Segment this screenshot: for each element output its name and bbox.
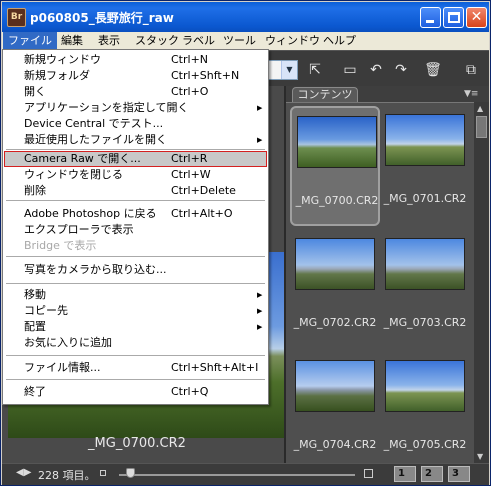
chevron-down-icon[interactable]: ▼ <box>281 61 297 79</box>
large-thumbnail-icon[interactable] <box>364 469 373 478</box>
title-bar[interactable]: Br p060805_長野旅行_raw ✕ <box>2 2 489 32</box>
view-preset-3-button[interactable]: 3 <box>448 466 470 482</box>
menu-label[interactable]: ラベル <box>177 32 220 50</box>
folder-up-icon[interactable]: ⇱ <box>305 60 325 80</box>
thumbnail-size-slider[interactable] <box>119 474 355 476</box>
menu-item-exit[interactable]: 終了 Ctrl+Q <box>4 384 267 400</box>
menu-item-open-recent[interactable]: 最近使用したファイルを開く ▶ <box>4 132 267 148</box>
status-bar: ◀▶ 228 項目。 1 2 3 <box>2 463 489 485</box>
item-count: 228 項目。 <box>38 469 96 482</box>
menu-item-device-central[interactable]: Device Central でテスト... <box>4 116 267 132</box>
menu-item-open-with[interactable]: アプリケーションを指定して開く ▶ <box>4 100 267 116</box>
menu-separator <box>6 149 265 150</box>
close-icon: ✕ <box>470 9 483 25</box>
menu-tools[interactable]: ツール <box>218 32 261 50</box>
path-combo[interactable]: ▼ <box>264 60 298 80</box>
minimize-button[interactable] <box>420 7 441 28</box>
menu-window[interactable]: ウィンドウ <box>260 32 325 50</box>
submenu-arrow-icon: ▶ <box>257 136 263 144</box>
menu-item-open-in-camera-raw[interactable]: Camera Raw で開く... Ctrl+R <box>4 151 267 167</box>
scroll-down-icon[interactable]: ▼ <box>477 452 483 461</box>
thumbnail-item[interactable]: _MG_0703.CR2 <box>380 230 470 350</box>
window-title: p060805_長野旅行_raw <box>30 11 174 25</box>
small-thumbnail-icon[interactable] <box>100 470 106 476</box>
slider-knob[interactable] <box>126 468 136 478</box>
view-preset-1-button[interactable]: 1 <box>394 466 416 482</box>
menu-item-get-photos-from-camera[interactable]: 写真をカメラから取り込む... <box>4 262 267 278</box>
tab-content[interactable]: コンテンツ <box>292 87 358 103</box>
bridge-window: Br p060805_長野旅行_raw ✕ ファイル 編集 表示 スタック ラベ… <box>0 0 491 486</box>
thumbnail-label: _MG_0704.CR2 <box>293 438 377 451</box>
preview-caption: _MG_0700.CR2 <box>88 436 186 451</box>
menu-bar: ファイル 編集 表示 スタック ラベル ツール ウィンドウ ヘルプ <box>2 32 489 50</box>
thumbnail-label: _MG_0701.CR2 <box>383 192 467 205</box>
thumbnail-item[interactable]: _MG_0702.CR2 <box>290 230 380 350</box>
menu-view[interactable]: 表示 <box>93 32 125 50</box>
submenu-arrow-icon: ▶ <box>257 291 263 299</box>
thumbnail-image <box>385 114 465 166</box>
vertical-scrollbar[interactable]: ▲ ▼ <box>474 102 489 463</box>
menu-item-new-window[interactable]: 新規ウィンドウ Ctrl+N <box>4 52 267 68</box>
menu-item-delete[interactable]: 削除 Ctrl+Delete <box>4 183 267 199</box>
submenu-arrow-icon: ▶ <box>257 104 263 112</box>
new-folder-icon[interactable]: ▭ <box>340 60 360 80</box>
menu-help[interactable]: ヘルプ <box>318 32 361 50</box>
menu-item-copy-to[interactable]: コピー先 ▶ <box>4 303 267 319</box>
menu-edit[interactable]: 編集 <box>56 32 88 50</box>
file-menu-dropdown: 新規ウィンドウ Ctrl+N 新規フォルダ Ctrl+Shft+N 開く Ctr… <box>2 49 269 405</box>
thumbnail-item[interactable]: _MG_0704.CR2 <box>290 352 380 472</box>
menu-item-place[interactable]: 配置 ▶ <box>4 319 267 335</box>
thumbnail-image <box>295 360 375 412</box>
menu-item-move-to[interactable]: 移動 ▶ <box>4 287 267 303</box>
submenu-arrow-icon: ▶ <box>257 323 263 331</box>
menu-item-file-info[interactable]: ファイル情報... Ctrl+Shft+Alt+I <box>4 360 267 376</box>
thumbnail-image <box>297 116 377 168</box>
menu-item-reveal-in-explorer[interactable]: エクスプローラで表示 <box>4 222 267 238</box>
menu-file[interactable]: ファイル <box>3 32 57 50</box>
maximize-icon <box>448 12 460 23</box>
thumbnail-image <box>385 360 465 412</box>
menu-item-new-folder[interactable]: 新規フォルダ Ctrl+Shft+N <box>4 68 267 84</box>
menu-separator <box>6 379 265 380</box>
panel-menu-icon[interactable]: ▼≡ <box>464 89 478 99</box>
thumbnail-label: _MG_0705.CR2 <box>383 438 467 451</box>
thumbnail-item[interactable]: _MG_0705.CR2 <box>380 352 470 472</box>
bridge-app-icon: Br <box>7 8 26 27</box>
trash-icon[interactable]: 🗑 <box>423 60 443 80</box>
close-button[interactable]: ✕ <box>466 7 487 28</box>
menu-item-open[interactable]: 開く Ctrl+O <box>4 84 267 100</box>
thumbnail-item[interactable]: _MG_0701.CR2 <box>380 106 470 226</box>
scrollbar-thumb[interactable] <box>476 116 487 138</box>
view-preset-2-button[interactable]: 2 <box>421 466 443 482</box>
panel-toggle-icon[interactable]: ◀▶ <box>16 467 31 478</box>
rotate-right-icon[interactable]: ↷ <box>391 60 411 80</box>
thumbnail-label: _MG_0700.CR2 <box>295 194 379 207</box>
thumbnail-image <box>295 238 375 290</box>
menu-item-add-to-favorites[interactable]: お気に入りに追加 <box>4 335 267 351</box>
scroll-up-icon[interactable]: ▲ <box>477 104 483 113</box>
menu-item-reveal-in-bridge: Bridge で表示 <box>24 239 97 252</box>
thumbnail-grid: _MG_0700.CR2 _MG_0701.CR2 _MG_0702.CR2 _… <box>286 102 474 463</box>
menu-separator <box>6 256 265 257</box>
maximize-button[interactable] <box>443 7 464 28</box>
submenu-arrow-icon: ▶ <box>257 307 263 315</box>
thumbnail-label: _MG_0703.CR2 <box>383 316 467 329</box>
menu-item-return-to-photoshop[interactable]: Adobe Photoshop に戻る Ctrl+Alt+O <box>4 206 267 222</box>
thumbnail-label: _MG_0702.CR2 <box>293 316 377 329</box>
content-panel: コンテンツ ▼≡ _MG_0700.CR2 _MG_0701.CR2 _MG_0… <box>284 86 489 463</box>
thumbnail-image <box>385 238 465 290</box>
menu-item-close-window[interactable]: ウィンドウを閉じる Ctrl+W <box>4 167 267 183</box>
menu-separator <box>6 283 265 284</box>
rotate-left-icon[interactable]: ↶ <box>366 60 386 80</box>
menu-separator <box>6 355 265 356</box>
menu-separator <box>6 200 265 201</box>
minimize-icon <box>426 20 434 23</box>
switch-view-icon[interactable]: ⧉ <box>461 60 481 80</box>
thumbnail-item[interactable]: _MG_0700.CR2 <box>290 106 380 226</box>
menu-stack[interactable]: スタック <box>130 32 184 50</box>
